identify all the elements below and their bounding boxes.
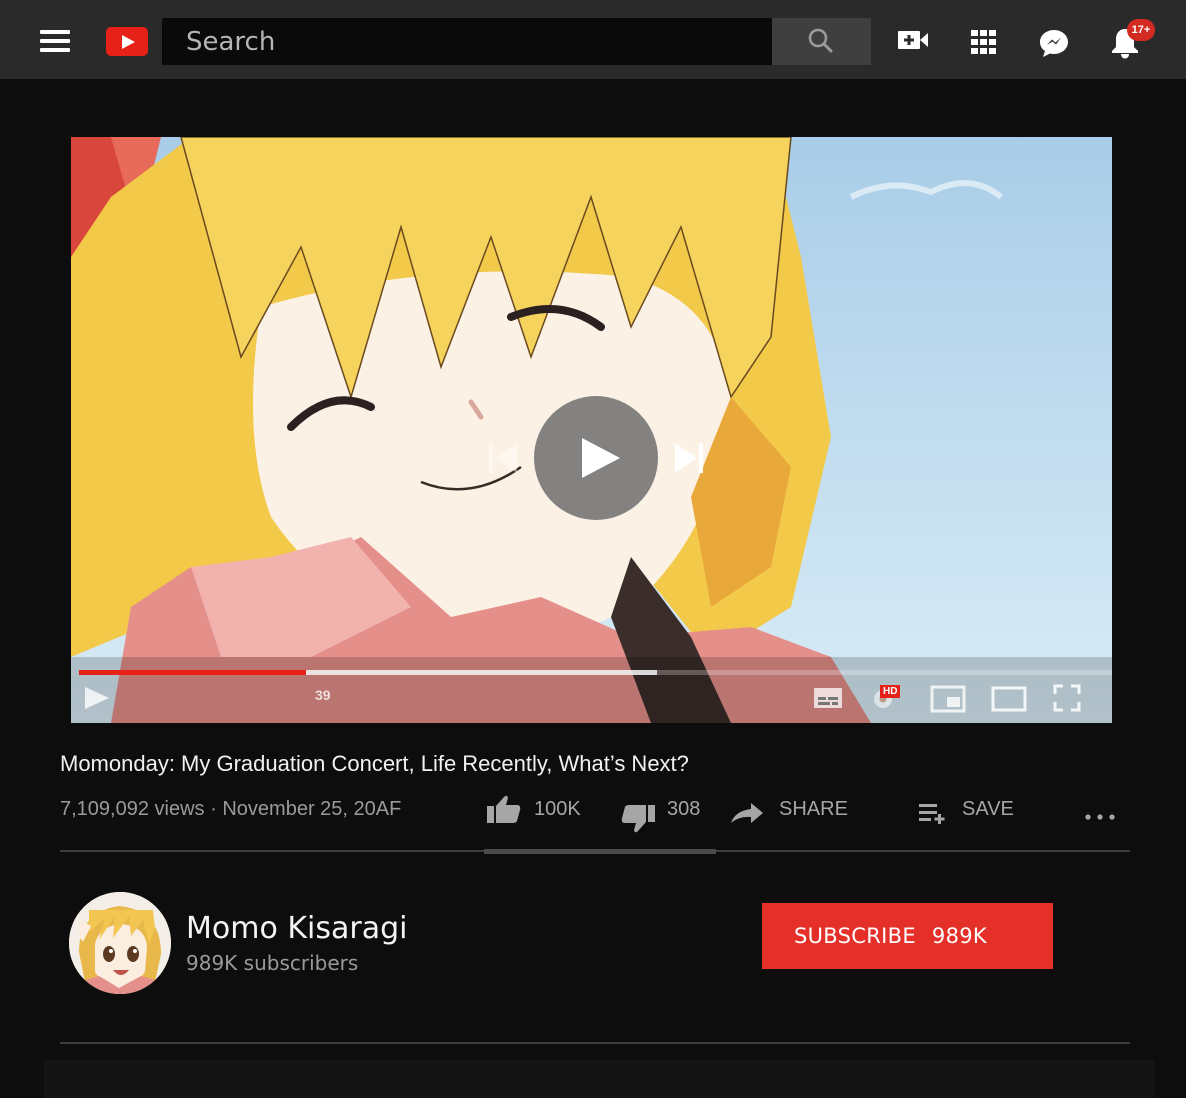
miniplayer-icon[interactable] (930, 685, 966, 718)
like-count[interactable]: 100K (534, 798, 581, 821)
view-count: 7,109,092 views (60, 798, 205, 820)
fullscreen-icon[interactable] (1053, 684, 1081, 717)
search-button[interactable] (772, 18, 871, 65)
add-to-playlist-icon[interactable] (918, 802, 948, 829)
video-player[interactable]: 39 HD (71, 137, 1112, 723)
share-button[interactable]: SHARE (779, 798, 848, 821)
progress-played (79, 670, 306, 675)
divider (60, 1042, 1130, 1044)
theater-icon[interactable] (991, 686, 1027, 717)
upload-date: November 25, 20AF (222, 798, 402, 820)
meta-separator: · (210, 798, 217, 820)
search-input[interactable] (162, 18, 772, 65)
time-display: 39 (315, 687, 331, 703)
captions-icon[interactable] (813, 685, 843, 716)
dislike-count[interactable]: 308 (667, 798, 700, 821)
play-small-icon[interactable] (83, 685, 111, 716)
create-video-icon[interactable] (896, 28, 930, 57)
channel-name[interactable]: Momo Kisaragi (186, 911, 407, 946)
sentiment-bar-likes (484, 849, 714, 854)
subscribe-label: SUBSCRIBE (794, 924, 916, 948)
youtube-logo-icon[interactable] (106, 27, 148, 56)
apps-grid-icon[interactable] (970, 29, 997, 60)
play-button[interactable] (534, 396, 658, 520)
thumbs-up-icon[interactable] (486, 794, 522, 829)
thumbs-down-icon[interactable] (620, 804, 656, 839)
subscribe-button[interactable]: SUBSCRIBE 989K (762, 903, 1053, 969)
avatar[interactable] (69, 892, 171, 994)
page: 17+ (0, 0, 1186, 1098)
sentiment-bar (484, 849, 716, 854)
top-bar: 17+ (0, 0, 1186, 79)
video-title: Momonday: My Graduation Concert, Life Re… (60, 751, 689, 776)
previous-icon[interactable] (487, 441, 519, 480)
next-icon[interactable] (673, 441, 705, 480)
share-icon[interactable] (729, 801, 765, 830)
search-icon (808, 28, 833, 53)
more-icon[interactable] (1084, 808, 1116, 826)
play-icon (582, 438, 620, 478)
video-meta: 7,109,092 views · November 25, 20AF (60, 798, 401, 821)
notification-badge: 17+ (1127, 19, 1155, 41)
subscriber-count: 989K subscribers (186, 951, 359, 975)
menu-icon[interactable] (40, 30, 70, 52)
subscribe-count: 989K (931, 924, 987, 948)
hd-badge: HD (880, 685, 901, 698)
content-panel (44, 1060, 1154, 1098)
messages-icon[interactable] (1038, 28, 1070, 63)
save-button[interactable]: SAVE (962, 798, 1014, 821)
